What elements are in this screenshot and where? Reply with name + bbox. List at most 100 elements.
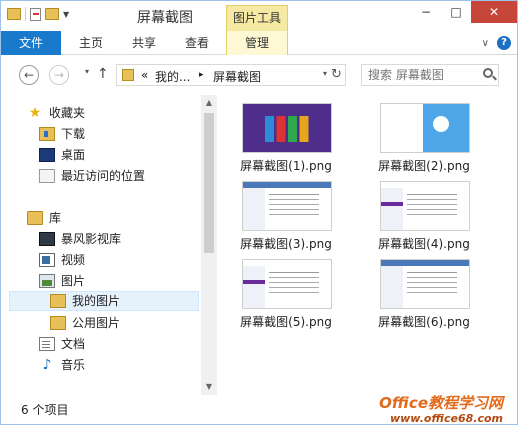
expand-ribbon-chevron-icon[interactable]: ∨ (482, 38, 489, 49)
download-folder-icon (39, 127, 55, 141)
nav-label: 收藏夹 (49, 106, 86, 120)
status-bar: 6 个项目 Office教程学习网 www.office68.com (1, 394, 517, 425)
new-folder-icon[interactable] (45, 8, 59, 20)
file-name: 屏幕截图(2).png (378, 159, 470, 173)
address-bar-row: ← → ▾ ↑ « 我的... ▸ 屏幕截图 ▾ ↻ (1, 55, 517, 95)
nav-label: 库 (49, 211, 62, 225)
nav-item-public-pictures[interactable]: 公用图片 (50, 313, 120, 333)
scrollbar-thumb[interactable] (204, 113, 214, 253)
nav-label: 暴风影视库 (61, 232, 122, 246)
nav-item-video-library[interactable]: 暴风影视库 (39, 229, 121, 249)
file-name: 屏幕截图(6).png (378, 315, 470, 329)
file-item[interactable]: 屏幕截图(1).png (221, 95, 341, 173)
watermark-title: Office教程学习网 (379, 394, 503, 412)
minimize-button[interactable]: − (411, 1, 441, 23)
nav-item-documents[interactable]: 文档 (39, 334, 85, 354)
nav-label: 音乐 (61, 358, 86, 372)
nav-item-desktop[interactable]: 桌面 (39, 145, 85, 165)
back-button[interactable]: ← (19, 65, 39, 85)
toolbar-separator (25, 7, 26, 21)
properties-icon[interactable] (30, 7, 41, 21)
nav-label: 桌面 (61, 148, 86, 162)
breadcrumb-item[interactable]: 屏幕截图 (213, 68, 261, 85)
flower-graphic (433, 116, 449, 132)
nav-item-favorites[interactable]: ★ 收藏夹 (27, 103, 85, 123)
thumb-highlight (243, 280, 265, 284)
image-thumbnail (242, 259, 332, 309)
breadcrumb-overflow[interactable]: « (141, 68, 148, 82)
file-item[interactable]: 屏幕截图(2).png (359, 95, 479, 173)
thumb-sidebar (243, 266, 265, 308)
scroll-down-arrow-icon[interactable]: ▼ (201, 379, 217, 395)
music-icon: ♪ (42, 357, 52, 373)
thumb-lines (407, 272, 457, 273)
forward-button[interactable]: → (49, 65, 69, 85)
picture-tools-tab-header: 图片工具 (226, 5, 288, 31)
help-icon[interactable]: ? (497, 36, 511, 50)
nav-label: 下载 (61, 127, 86, 141)
explorer-window: ▼ 图片工具 屏幕截图 − □ ✕ 文件 主页 共享 查看 管理 ∨ ? ← →… (0, 0, 518, 425)
ribbon-tabs: 文件 主页 共享 查看 管理 ∨ ? (1, 31, 517, 109)
refresh-icon[interactable]: ↻ (331, 67, 342, 82)
search-icon[interactable] (483, 68, 493, 78)
tab-home[interactable]: 主页 (63, 31, 119, 55)
window-controls: − □ ✕ (411, 1, 517, 23)
file-item[interactable]: 屏幕截图(4).png (359, 173, 479, 251)
recent-locations-chevron-icon[interactable]: ▾ (85, 67, 89, 76)
customize-toolbar-chevron-icon[interactable]: ▼ (63, 10, 69, 19)
folder-icon (50, 316, 66, 330)
nav-item-music[interactable]: ♪ 音乐 (39, 355, 85, 375)
breadcrumb-item[interactable]: 我的... (155, 68, 190, 85)
nav-label: 图片 (61, 274, 86, 288)
nav-item-videos[interactable]: 视频 (39, 250, 85, 270)
address-history-chevron-icon[interactable]: ▾ (323, 69, 327, 78)
nav-label: 视频 (61, 253, 86, 267)
nav-label: 公用图片 (72, 316, 121, 330)
nav-pane-scrollbar[interactable]: ▲ ▼ (201, 95, 217, 395)
thumb-lines (407, 194, 457, 195)
navigation-pane: ★ 收藏夹 下载 桌面 最近访问的位置 库 暴风影视库 视频 图片 我的图片 公用… (1, 95, 217, 395)
nav-label: 我的图片 (72, 294, 121, 308)
quick-access-toolbar: ▼ (7, 7, 69, 21)
breadcrumb-separator[interactable]: ▸ (199, 70, 204, 80)
nav-item-my-pictures[interactable]: 我的图片 (9, 291, 199, 311)
file-list: 屏幕截图(1).png 屏幕截图(2).png 屏幕截图(3).png 屏幕截图… (221, 95, 517, 395)
maximize-button[interactable]: □ (441, 1, 471, 23)
nav-item-libraries[interactable]: 库 (27, 208, 61, 228)
address-box[interactable]: « 我的... ▸ 屏幕截图 ▾ (116, 64, 346, 86)
documents-icon (39, 337, 55, 351)
star-icon: ★ (28, 105, 42, 121)
nav-item-pictures[interactable]: 图片 (39, 271, 85, 291)
item-count: 6 个项目 (21, 403, 69, 417)
video-library-icon (39, 232, 55, 246)
file-item[interactable]: 屏幕截图(5).png (221, 251, 341, 329)
thumb-sidebar (381, 188, 403, 230)
nav-label: 最近访问的位置 (61, 169, 146, 183)
nav-item-downloads[interactable]: 下载 (39, 124, 85, 144)
up-button[interactable]: ↑ (97, 66, 109, 82)
file-item[interactable]: 屏幕截图(6).png (359, 251, 479, 329)
thumb-sidebar (243, 188, 265, 230)
nav-label: 文档 (61, 337, 86, 351)
search-box[interactable] (361, 64, 499, 86)
file-name: 屏幕截图(3).png (240, 237, 332, 251)
pictures-icon (39, 274, 55, 288)
scroll-up-arrow-icon[interactable]: ▲ (201, 95, 217, 111)
videos-icon (39, 253, 55, 267)
desktop-icon (39, 148, 55, 162)
folder-icon (50, 294, 66, 308)
recent-places-icon (39, 169, 55, 183)
start-tiles (265, 116, 311, 142)
file-item[interactable]: 屏幕截图(3).png (221, 173, 341, 251)
file-name: 屏幕截图(1).png (240, 159, 332, 173)
tab-manage[interactable]: 管理 (226, 31, 288, 55)
close-button[interactable]: ✕ (471, 1, 517, 23)
search-input[interactable] (368, 67, 478, 83)
tab-view[interactable]: 查看 (169, 31, 225, 55)
nav-item-recent-places[interactable]: 最近访问的位置 (39, 166, 145, 186)
folder-icon[interactable] (7, 8, 21, 20)
image-thumbnail (380, 259, 470, 309)
tab-share[interactable]: 共享 (119, 31, 169, 55)
ribbon-controls: ∨ ? (482, 36, 511, 50)
image-thumbnail (380, 181, 470, 231)
